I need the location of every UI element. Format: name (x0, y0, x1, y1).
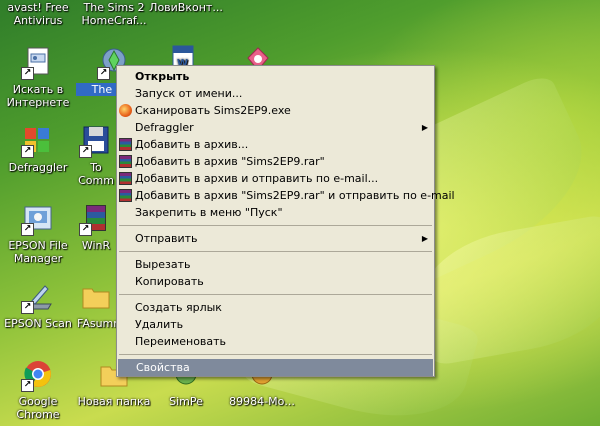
shortcut-arrow-icon: ↗ (21, 301, 34, 314)
desktop-icon-sims-homecraft[interactable]: The Sims 2 HomeCraf... (76, 0, 152, 27)
menu-item-label: Сканировать Sims2EP9.exe (135, 104, 291, 117)
menu-item-label: Удалить (135, 318, 184, 331)
menu-item-label: Свойства (136, 361, 190, 374)
menu-item-label: Отправить (135, 232, 198, 245)
defraggler-icon: ↗ (21, 124, 55, 158)
desktop-icon-label: Google Chrome (16, 395, 60, 421)
desktop-icon-label: EPSON File Manager (8, 239, 68, 265)
shortcut-arrow-icon: ↗ (97, 67, 110, 80)
menu-item-label: Закрепить в меню "Пуск" (135, 206, 283, 219)
menu-item-cut[interactable]: Вырезать (117, 256, 434, 273)
menu-separator (119, 225, 432, 226)
desktop-icon-label: Новая папка (77, 395, 151, 408)
shortcut-arrow-icon: ↗ (21, 145, 34, 158)
desktop-icon-label: Defraggler (8, 161, 68, 174)
menu-item-label: Переименовать (135, 335, 227, 348)
menu-item-add-archive-email[interactable]: Добавить в архив и отправить по e-mail..… (117, 170, 434, 187)
desktop-icon-fasumm-folder[interactable]: FAsumm (76, 280, 116, 330)
shortcut-arrow-icon: ↗ (21, 67, 34, 80)
menu-item-label: Вырезать (135, 258, 191, 271)
menu-item-label: Открыть (135, 70, 190, 83)
desktop-icon-label: EPSON Scan (4, 317, 72, 330)
menu-item-scan-avast[interactable]: Сканировать Sims2EP9.exe (117, 102, 434, 119)
menu-item-open[interactable]: Открыть (117, 68, 434, 85)
menu-item-create-shortcut[interactable]: Создать ярлык (117, 299, 434, 316)
search-document-icon: ↗ (21, 46, 55, 80)
menu-separator (119, 354, 432, 355)
desktop-icon-vk[interactable]: ЛовиВконт... (148, 0, 224, 14)
desktop-icon-defraggler[interactable]: ↗ Defraggler (0, 124, 76, 174)
winrar-icon (119, 189, 132, 202)
menu-item-label: Создать ярлык (135, 301, 222, 314)
avast-icon (119, 104, 132, 117)
desktop-icon-avast[interactable]: avast! Free Antivirus (0, 0, 76, 27)
desktop-icon-google-chrome[interactable]: ↗ Google Chrome (0, 358, 76, 421)
menu-item-rename[interactable]: Переименовать (117, 333, 434, 350)
menu-item-delete[interactable]: Удалить (117, 316, 434, 333)
shortcut-arrow-icon: ↗ (79, 145, 92, 158)
desktop-icon-label: The Sims 2 HomeCraf... (81, 1, 147, 27)
menu-item-add-rar-email[interactable]: Добавить в архив "Sims2EP9.rar" и отправ… (117, 187, 455, 204)
menu-item-label: Запуск от имени... (135, 87, 243, 100)
menu-item-pin-start[interactable]: Закрепить в меню "Пуск" (117, 204, 434, 221)
shortcut-arrow-icon: ↗ (79, 223, 92, 236)
desktop-icon-label: To Comm (78, 161, 114, 187)
menu-item-add-to-rar[interactable]: Добавить в архив "Sims2EP9.rar" (117, 153, 434, 170)
winrar-icon (119, 172, 132, 185)
menu-separator (119, 251, 432, 252)
submenu-arrow-icon: ▶ (421, 234, 428, 243)
chrome-icon: ↗ (21, 358, 55, 392)
menu-item-copy[interactable]: Копировать (117, 273, 434, 290)
menu-item-label: Добавить в архив... (135, 138, 249, 151)
winrar-icon (119, 138, 132, 151)
floppy-icon: ↗ (79, 124, 113, 158)
menu-item-label: Добавить в архив и отправить по e-mail..… (135, 172, 379, 185)
desktop-icon-label: avast! Free Antivirus (7, 1, 69, 27)
desktop-icon-label: Искать в Интернете (6, 83, 70, 109)
menu-item-properties[interactable]: Свойства (118, 359, 433, 376)
menu-item-send-to[interactable]: Отправить ▶ (117, 230, 434, 247)
desktop-icon-label: 89984-Мо... (229, 395, 295, 408)
menu-item-defraggler[interactable]: Defraggler ▶ (117, 119, 434, 136)
desktop-icon-total-commander[interactable]: ↗ To Comm (76, 124, 116, 187)
desktop-icon-epson-file-manager[interactable]: ↗ EPSON File Manager (0, 202, 76, 265)
shortcut-arrow-icon: ↗ (21, 379, 34, 392)
menu-item-run-as[interactable]: Запуск от имени... (117, 85, 434, 102)
winrar-icon (119, 155, 132, 168)
folder-icon (79, 280, 113, 314)
desktop-icon-label: ЛовиВконт... (149, 1, 223, 14)
menu-item-label: Defraggler (135, 121, 194, 134)
epson-file-manager-icon: ↗ (21, 202, 55, 236)
desktop-icon-label: SimPe (169, 395, 203, 408)
submenu-arrow-icon: ▶ (421, 123, 428, 132)
menu-item-add-to-archive[interactable]: Добавить в архив... (117, 136, 434, 153)
epson-scan-icon: ↗ (21, 280, 55, 314)
menu-item-label: Добавить в архив "Sims2EP9.rar" (135, 155, 325, 168)
menu-item-label: Добавить в архив "Sims2EP9.rar" и отправ… (135, 189, 455, 202)
menu-separator (119, 294, 432, 295)
context-menu: Открыть Запуск от имени... Сканировать S… (116, 65, 455, 377)
desktop-icon-label: WinR (81, 239, 111, 252)
desktop-icon-winrar[interactable]: ↗ WinR (76, 202, 116, 252)
desktop-icon-epson-scan[interactable]: ↗ EPSON Scan (0, 280, 76, 330)
winrar-icon: ↗ (79, 202, 113, 236)
shortcut-arrow-icon: ↗ (21, 223, 34, 236)
menu-item-label: Копировать (135, 275, 204, 288)
desktop-icon-search-internet[interactable]: ↗ Искать в Интернете (0, 46, 76, 109)
desktop-icon-label: FAsumm (77, 317, 116, 330)
